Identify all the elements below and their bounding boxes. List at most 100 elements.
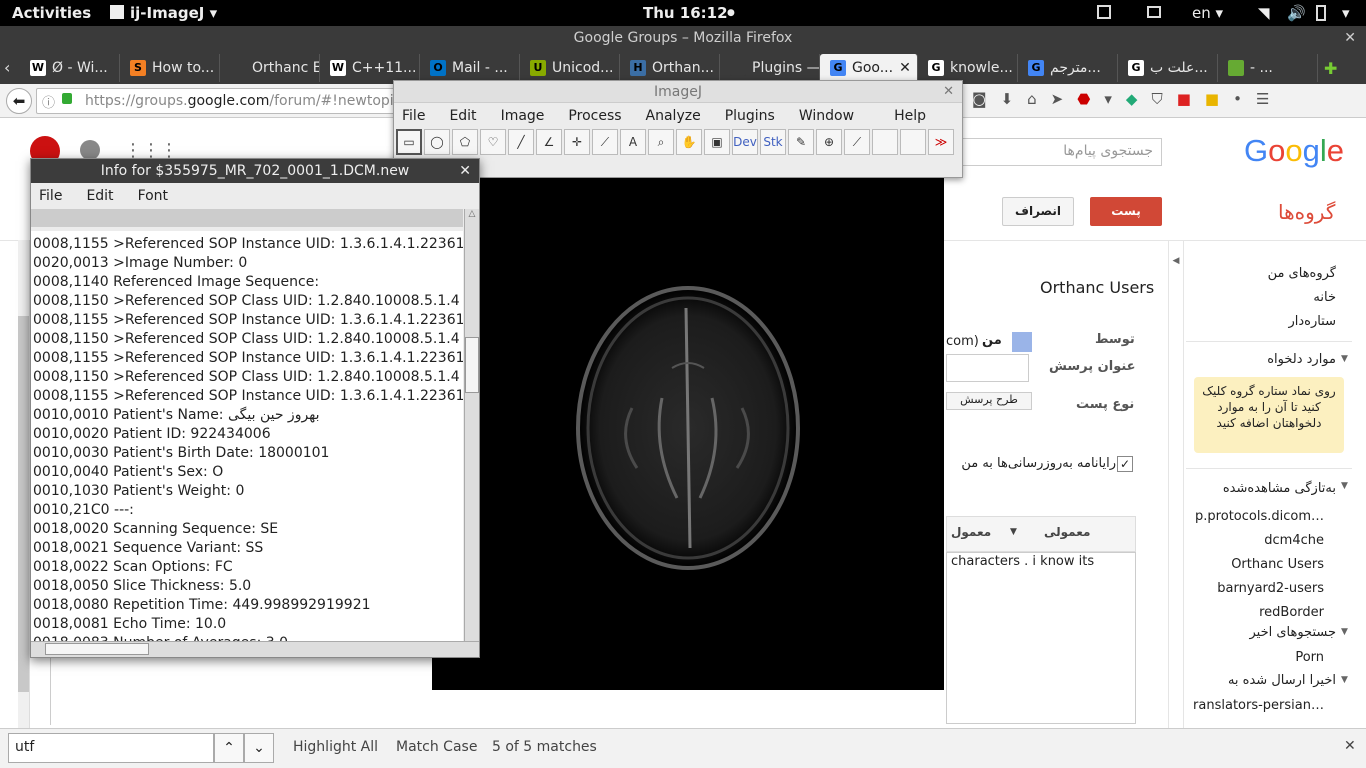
imagej-tool-3[interactable]: ♡ xyxy=(480,129,506,155)
shield-icon[interactable]: ⛉ xyxy=(1151,90,1162,112)
format-dropdown-icon[interactable]: ▼ xyxy=(1010,527,1017,537)
imagej-tool-19[interactable]: ≫ xyxy=(928,129,954,155)
match-case-button[interactable]: Match Case xyxy=(396,739,477,755)
find-previous-button[interactable]: ⌃ xyxy=(214,733,244,763)
image-icon[interactable] xyxy=(1097,5,1111,19)
volume-icon[interactable]: 🔊 xyxy=(1287,4,1306,22)
info-horizontal-scrollbar[interactable] xyxy=(31,641,479,657)
download-icon[interactable]: ⬇ xyxy=(1001,90,1014,112)
recently-posted-item[interactable]: ranslators-persian… xyxy=(1190,698,1324,713)
email-updates-checkbox[interactable]: ✓ xyxy=(1117,456,1133,472)
post-button[interactable]: پست xyxy=(1090,197,1162,226)
imagej-menu-help[interactable]: Help xyxy=(894,108,926,124)
home-icon[interactable]: ⌂ xyxy=(1027,90,1037,112)
tab-1[interactable]: S How to... xyxy=(120,54,220,82)
recent-group-item[interactable]: barnyard2-users xyxy=(1190,577,1324,601)
tab-12[interactable]: - ... xyxy=(1218,54,1318,82)
subject-input[interactable] xyxy=(946,354,1029,382)
imagej-tool-5[interactable]: ∠ xyxy=(536,129,562,155)
font-select[interactable]: معمول xyxy=(951,525,991,539)
screen-icon[interactable] xyxy=(1147,6,1161,18)
adblock-icon[interactable]: ⬣ xyxy=(1077,90,1090,112)
info-text-area[interactable]: 0008,1155 >Referenced SOP Instance UID: … xyxy=(31,231,463,641)
recently-viewed-collapse-icon[interactable]: ▼ xyxy=(1341,481,1348,491)
extension-dot-icon[interactable]: • xyxy=(1233,90,1242,112)
imagej-tool-4[interactable]: ╱ xyxy=(508,129,534,155)
sidebar-item-home[interactable]: خانه xyxy=(1190,286,1336,310)
recent-group-item[interactable]: Orthanc Users xyxy=(1190,553,1324,577)
recent-group-item[interactable]: dcm4che xyxy=(1190,529,1324,553)
imagej-close-icon[interactable]: ✕ xyxy=(943,81,954,103)
recent-search-item[interactable]: Porn xyxy=(1190,650,1324,665)
imagej-menu-image[interactable]: Image xyxy=(501,108,545,124)
tab-8[interactable]: G Goo... ✕ xyxy=(820,54,918,82)
extension-diamond-icon[interactable]: ◆ xyxy=(1126,90,1138,112)
recent-group-item[interactable]: redBorder xyxy=(1190,601,1324,625)
info-close-icon[interactable]: ✕ xyxy=(459,159,471,183)
recently-viewed-heading[interactable]: به‌تازگی مشاهده‌شده xyxy=(1190,481,1336,496)
recent-searches-collapse-icon[interactable]: ▼ xyxy=(1341,627,1348,637)
imagej-menu-window[interactable]: Window xyxy=(799,108,854,124)
format-select[interactable]: معمولی xyxy=(1044,525,1090,539)
search-messages-input[interactable]: جستجوی پیام‌ها xyxy=(962,138,1162,166)
close-window-icon[interactable]: ✕ xyxy=(1344,26,1356,50)
tab-0[interactable]: W Ø - Wi... xyxy=(20,54,120,82)
adblock-menu-icon[interactable]: ▾ xyxy=(1104,90,1112,112)
extension-yellow-icon[interactable]: ■ xyxy=(1205,90,1219,112)
highlight-all-button[interactable]: Highlight All xyxy=(293,739,378,755)
app-menu[interactable]: ij-ImageJ ▾ xyxy=(110,4,217,22)
back-button[interactable]: ⬅ xyxy=(6,88,32,114)
imagej-tool-9[interactable]: ⌕ xyxy=(648,129,674,155)
language-indicator[interactable]: en ▾ xyxy=(1192,4,1223,22)
imagej-tool-17[interactable] xyxy=(872,129,898,155)
imagej-tool-8[interactable]: A xyxy=(620,129,646,155)
recently-posted-collapse-icon[interactable]: ▼ xyxy=(1341,675,1348,685)
message-body-editor[interactable]: characters . i know its xyxy=(946,552,1136,724)
imagej-tool-6[interactable]: ✛ xyxy=(564,129,590,155)
recent-group-item[interactable]: p.protocols.dicom… xyxy=(1190,505,1324,529)
info-hscroll-thumb[interactable] xyxy=(45,643,149,655)
tab-11[interactable]: G علت ب... xyxy=(1118,54,1218,82)
find-input[interactable]: utf xyxy=(8,733,214,763)
tab-5[interactable]: U Unicod... xyxy=(520,54,620,82)
imagej-menu-process[interactable]: Process xyxy=(568,108,621,124)
close-find-bar-icon[interactable]: ✕ xyxy=(1344,738,1356,754)
wifi-icon[interactable]: ◥ xyxy=(1258,4,1270,22)
turkish-flag-icon[interactable]: ■ xyxy=(1177,90,1191,112)
imagej-tool-7[interactable]: ⟋ xyxy=(592,129,618,155)
imagej-tool-14[interactable]: ✎ xyxy=(788,129,814,155)
imagej-tool-1[interactable]: ◯ xyxy=(424,129,450,155)
favorites-collapse-icon[interactable]: ▼ xyxy=(1341,354,1348,364)
recent-searches-heading[interactable]: جستجوهای اخیر xyxy=(1190,625,1336,640)
info-icon[interactable]: ⓘ xyxy=(42,92,55,111)
clock[interactable]: Thu 16:12 xyxy=(643,4,728,22)
imagej-tool-13[interactable]: Stk xyxy=(760,129,786,155)
scrollbar-thumb[interactable] xyxy=(18,316,29,692)
tab-10[interactable]: G مترجم... xyxy=(1018,54,1118,82)
imagej-menu-file[interactable]: File xyxy=(402,108,425,124)
imagej-tool-16[interactable]: ⟋ xyxy=(844,129,870,155)
find-next-button[interactable]: ⌄ xyxy=(244,733,274,763)
activities-button[interactable]: Activities xyxy=(12,4,91,22)
tab-9[interactable]: Gknowle... xyxy=(918,54,1018,82)
imagej-tool-11[interactable]: ▣ xyxy=(704,129,730,155)
cancel-button[interactable]: انصراف xyxy=(1002,197,1074,226)
imagej-tool-10[interactable]: ✋ xyxy=(676,129,702,155)
battery-icon[interactable] xyxy=(1316,5,1326,21)
sidebar-item-my-groups[interactable]: گروه‌های من xyxy=(1190,262,1336,286)
imagej-tool-0[interactable]: ▭ xyxy=(396,129,422,155)
hamburger-menu-icon[interactable]: ☰ xyxy=(1256,90,1269,112)
tab-7[interactable]: Plugins — ... xyxy=(720,54,820,82)
imagej-tool-18[interactable] xyxy=(900,129,926,155)
new-tab-icon[interactable]: ✚ xyxy=(1324,59,1337,78)
imagej-tool-2[interactable]: ⬠ xyxy=(452,129,478,155)
post-type-select[interactable]: طرح پرسش xyxy=(946,392,1032,410)
imagej-menu-plugins[interactable]: Plugins xyxy=(725,108,775,124)
system-menu-arrow[interactable]: ▾ xyxy=(1342,4,1350,22)
imagej-menu-edit[interactable]: Edit xyxy=(449,108,476,124)
imagej-tool-15[interactable]: ⊕ xyxy=(816,129,842,155)
url-bar[interactable]: https://groups.google.com/forum/#!newtop… xyxy=(36,88,396,114)
mri-image-window[interactable] xyxy=(432,178,944,690)
info-menu-edit[interactable]: Edit xyxy=(86,188,113,204)
recently-posted-heading[interactable]: اخیرا ارسال شده به xyxy=(1190,673,1336,688)
